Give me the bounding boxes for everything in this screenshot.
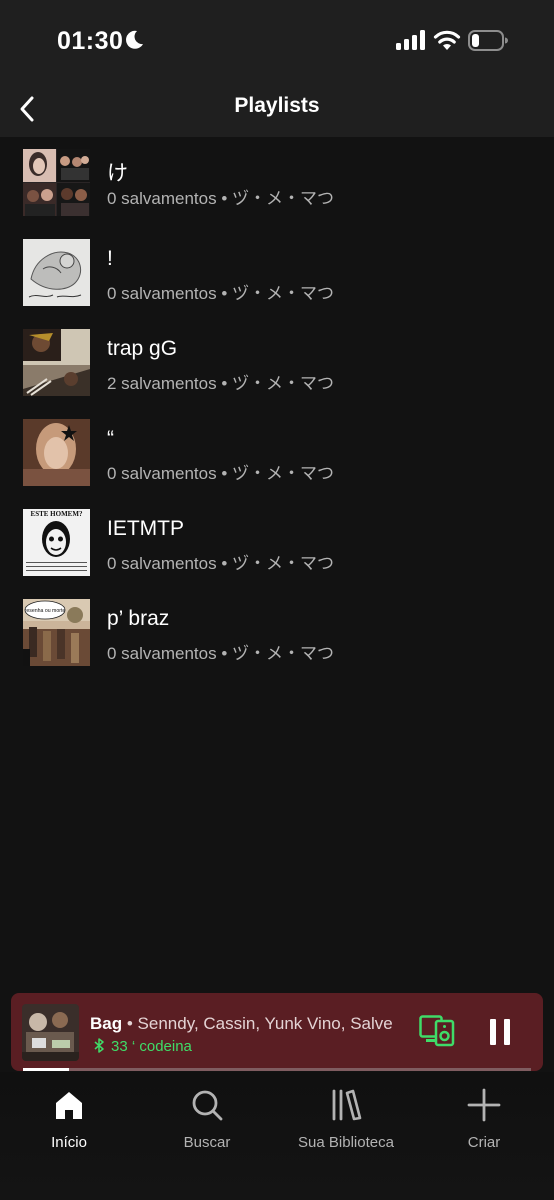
playlist-title: p’ braz — [107, 607, 170, 630]
signal-icon — [396, 30, 425, 50]
nav-library-label: Sua Biblioteca — [298, 1134, 394, 1151]
playlist-row[interactable]: “ 0 salvamentos • ヅ・メ・マつ — [0, 407, 554, 497]
nav-home-label: Início — [51, 1134, 87, 1151]
connected-device: 33 ‘ codeina — [93, 1038, 192, 1055]
playlist-row[interactable]: ! 0 salvamentos • ヅ・メ・マつ — [0, 227, 554, 317]
pause-button[interactable] — [487, 1017, 513, 1047]
playback-progress-bar[interactable] — [23, 1068, 531, 1071]
wifi-icon — [433, 30, 461, 50]
playlist-row[interactable]: ESTE HOMEM? IETMTP 0 salvamentos • ヅ・メ・マ… — [0, 497, 554, 587]
playlist-title: trap gG — [107, 337, 178, 360]
now-playing-cover — [22, 1004, 79, 1061]
playlist-owner: ヅ・メ・マつ — [232, 554, 335, 573]
playlist-subtitle: 2 salvamentos • ヅ・メ・マつ — [107, 374, 335, 393]
bottom-navigation: Início Buscar Sua Biblioteca Criar — [0, 1072, 554, 1200]
thumb-caption: resenha ou morte — [25, 608, 66, 614]
playlist-cover-image — [23, 239, 90, 306]
playlist-cover-image — [23, 419, 90, 486]
playlist-subtitle: 0 salvamentos • ヅ・メ・マつ — [107, 189, 335, 208]
speaker-devices-icon[interactable] — [419, 1015, 455, 1047]
playlist-saves: 2 salvamentos — [107, 374, 217, 393]
nav-search[interactable]: Buscar — [138, 1088, 276, 1151]
playlist-owner: ヅ・メ・マつ — [232, 464, 335, 483]
playlist-subtitle: 0 salvamentos • ヅ・メ・マつ — [107, 464, 335, 483]
battery-icon — [468, 30, 508, 51]
nav-create-label: Criar — [467, 1134, 501, 1151]
playlist-saves: 0 salvamentos — [107, 284, 217, 303]
playlist-subtitle: 0 salvamentos • ヅ・メ・マつ — [107, 284, 335, 303]
device-name: 33 ‘ codeina — [111, 1038, 192, 1055]
playlist-title: IETMTP — [107, 517, 184, 540]
playlist-cover-image — [23, 149, 90, 216]
status-bar: 01:30 — [0, 0, 554, 80]
playlist-subtitle: 0 salvamentos • ヅ・メ・マつ — [107, 554, 335, 573]
playlist-title: け — [107, 162, 128, 185]
playlist-row[interactable]: け 0 salvamentos • ヅ・メ・マつ — [0, 137, 554, 227]
playlist-title: “ — [107, 427, 114, 450]
nav-create[interactable]: Criar — [415, 1088, 553, 1151]
library-icon — [332, 1089, 362, 1121]
song-separator: • — [126, 1014, 133, 1033]
playlist-owner: ヅ・メ・マつ — [232, 284, 335, 303]
playlist-saves: 0 salvamentos — [107, 464, 217, 483]
playlist-saves: 0 salvamentos — [107, 554, 217, 573]
playlist-owner: ヅ・メ・マつ — [232, 644, 335, 663]
mini-player[interactable]: Bag • Senndy, Cassin, Yunk Vino, Salve 3… — [11, 993, 543, 1071]
playlist-cover-image — [23, 329, 90, 396]
plus-icon — [467, 1088, 501, 1122]
playback-progress-fill — [23, 1068, 69, 1071]
playlist-saves: 0 salvamentos — [107, 644, 217, 663]
playlist-saves: 0 salvamentos — [107, 189, 217, 208]
playlist-cover-image: resenha ou morte — [23, 599, 90, 666]
moon-icon — [126, 30, 143, 49]
playlist-owner: ヅ・メ・マつ — [232, 374, 335, 393]
nav-home[interactable]: Início — [0, 1088, 138, 1151]
song-title: Bag — [90, 1014, 123, 1033]
search-icon — [192, 1090, 223, 1121]
playlist-owner: ヅ・メ・マつ — [232, 189, 335, 208]
bluetooth-icon — [94, 1038, 104, 1053]
playlist-row[interactable]: resenha ou morte p’ braz 0 salvamentos •… — [0, 587, 554, 677]
page-title: Playlists — [234, 94, 320, 117]
home-icon — [56, 1092, 82, 1119]
song-artists: Senndy, Cassin, Yunk Vino, Salve — [137, 1014, 393, 1033]
page-header: Playlists — [0, 80, 554, 137]
thumb-caption: ESTE HOMEM? — [31, 510, 83, 518]
nav-search-label: Buscar — [183, 1134, 231, 1151]
status-time: 01:30 — [57, 27, 124, 55]
playlist-cover-image: ESTE HOMEM? — [23, 509, 90, 576]
playlist-row[interactable]: trap gG 2 salvamentos • ヅ・メ・マつ — [0, 317, 554, 407]
playlist-title: ! — [107, 247, 113, 270]
playlist-subtitle: 0 salvamentos • ヅ・メ・マつ — [107, 644, 335, 663]
nav-library[interactable]: Sua Biblioteca — [277, 1088, 415, 1151]
now-playing-title: Bag • Senndy, Cassin, Yunk Vino, Salve — [90, 1014, 402, 1034]
